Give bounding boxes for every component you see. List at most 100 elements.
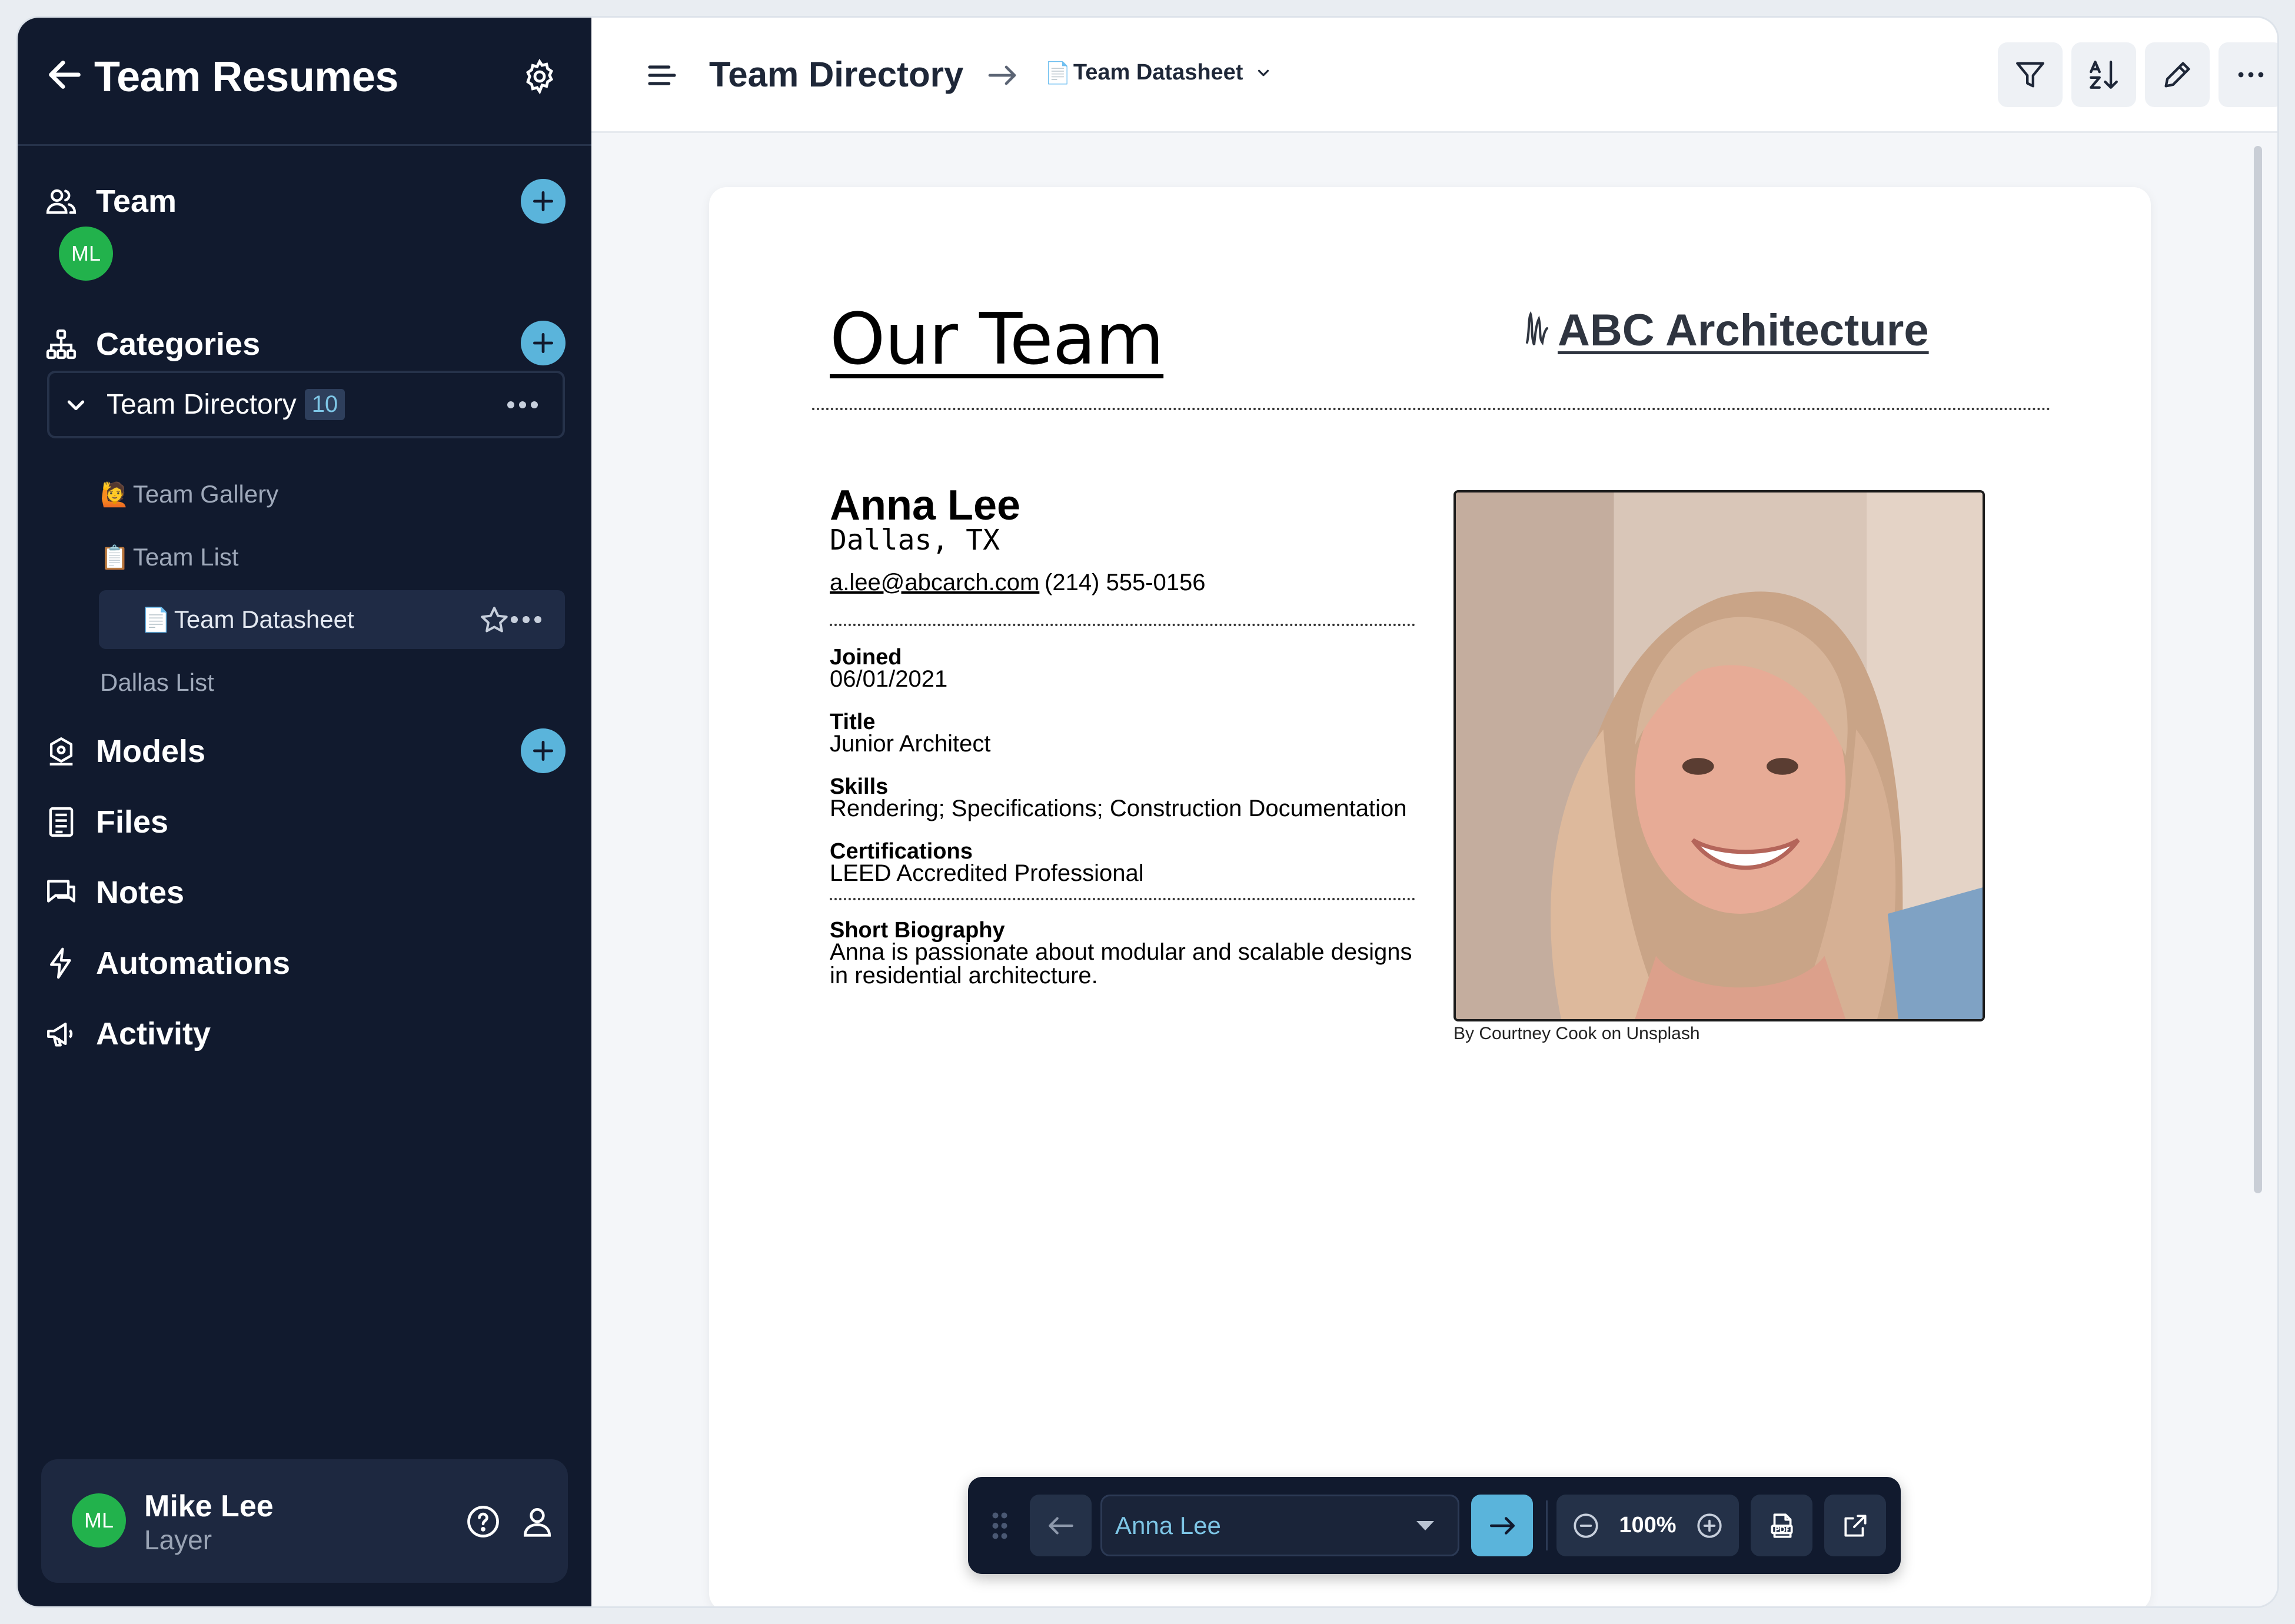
- user-avatar[interactable]: ML: [72, 1493, 126, 1548]
- pdf-document-icon: [1770, 1513, 1793, 1538]
- field-value-skills: Rendering; Specifications; Construction …: [830, 796, 1407, 821]
- previous-record-button[interactable]: [1030, 1495, 1092, 1556]
- export-pdf-button[interactable]: [1751, 1495, 1812, 1556]
- tree-root-label: Team Directory: [107, 389, 297, 420]
- sidebar-section-team[interactable]: Team: [44, 178, 177, 225]
- profile-photo: [1454, 490, 1985, 1021]
- settings-gear-icon[interactable]: [521, 58, 558, 95]
- breadcrumb-root[interactable]: Team Directory: [709, 54, 963, 95]
- tree-root-team-directory[interactable]: Team Directory 10: [47, 371, 565, 438]
- sidebar-label-notes: Notes: [96, 875, 185, 910]
- document-emoji: 📄: [1045, 60, 1071, 85]
- sidebar-label-models: Models: [96, 734, 206, 769]
- zoom-out-icon[interactable]: [1571, 1511, 1601, 1540]
- sort-az-icon: [2090, 61, 2118, 89]
- view-selector[interactable]: 📄 Team Datasheet: [1045, 60, 1272, 85]
- field-value-joined: 06/01/2021: [830, 666, 948, 692]
- tree-item-label: Dallas List: [100, 668, 214, 696]
- menu-hamburger-icon[interactable]: [646, 59, 678, 92]
- add-model-button[interactable]: [521, 728, 566, 773]
- drag-handle-icon[interactable]: [990, 1511, 1009, 1540]
- account-user-icon[interactable]: [519, 1503, 556, 1540]
- tree-item-team-gallery[interactable]: 🙋 Team Gallery: [100, 465, 278, 524]
- arrow-left-icon: [1048, 1516, 1073, 1535]
- field-value-short-biography: Anna is passionate about modular and sca…: [830, 939, 1412, 989]
- tree-item-team-list[interactable]: 📋 Team List: [100, 528, 239, 587]
- record-navigation-toolbar: Anna Lee 100%: [968, 1477, 1901, 1574]
- filter-button[interactable]: [1998, 42, 2063, 107]
- team-icon: [46, 189, 76, 214]
- scribble-logo-icon: [1526, 311, 1548, 345]
- divider: [830, 624, 1415, 626]
- user-name: Mike Lee: [144, 1489, 274, 1523]
- app-window: Team Resumes Team ML Categories Team Dir…: [18, 18, 2277, 1606]
- edit-button[interactable]: [2145, 42, 2210, 107]
- edit-pencil-icon: [2164, 62, 2190, 88]
- back-arrow-icon[interactable]: [44, 54, 85, 95]
- plus-icon: [533, 740, 554, 761]
- sidebar-section-categories[interactable]: Categories: [44, 321, 260, 368]
- divider: [830, 898, 1415, 900]
- megaphone-icon: [47, 1022, 73, 1047]
- arrow-right-icon: [988, 65, 1016, 85]
- zoom-control: 100%: [1556, 1495, 1739, 1556]
- zoom-level: 100%: [1619, 1513, 1677, 1538]
- chevron-down-icon[interactable]: [64, 393, 88, 417]
- plus-icon: [533, 191, 554, 212]
- next-record-button[interactable]: [1471, 1495, 1533, 1556]
- lightning-bolt-icon: [49, 947, 71, 979]
- person-email-link[interactable]: a.lee@abcarch.com: [830, 570, 1039, 596]
- chevron-down-icon: [1258, 69, 1269, 76]
- tree-item-label: Team Gallery: [132, 480, 279, 508]
- sidebar-header: Team Resumes: [18, 18, 591, 146]
- external-link-icon: [1844, 1514, 1867, 1537]
- top-bar: Team Directory 📄 Team Datasheet: [591, 18, 2277, 133]
- sidebar-section-notes[interactable]: Notes: [44, 869, 184, 916]
- sidebar-section-models[interactable]: Models: [44, 728, 205, 775]
- app-title: Team Resumes: [94, 54, 398, 101]
- raised-hand-emoji: 🙋: [100, 481, 129, 508]
- sidebar-label-categories: Categories: [96, 327, 261, 362]
- notes-chat-icon: [47, 880, 75, 903]
- more-icon[interactable]: [507, 401, 538, 408]
- sidebar: Team Resumes Team ML Categories Team Dir…: [18, 18, 591, 1606]
- add-team-button[interactable]: [521, 179, 566, 224]
- clipboard-emoji: 📋: [100, 544, 129, 571]
- company-name: ABC Architecture: [1558, 305, 1929, 355]
- sidebar-section-files[interactable]: Files: [44, 798, 168, 846]
- field-value-title: Junior Architect: [830, 731, 991, 757]
- categories-hierarchy-icon: [46, 329, 76, 360]
- current-view-label: Team Datasheet: [1073, 60, 1243, 85]
- tree-item-label: Team List: [132, 543, 239, 571]
- tree-item-label: Team Datasheet: [174, 605, 354, 633]
- open-external-button[interactable]: [1824, 1495, 1886, 1556]
- sort-button[interactable]: [2071, 42, 2136, 107]
- star-icon[interactable]: [478, 604, 510, 636]
- caret-down-icon: [1416, 1521, 1434, 1530]
- toolbar-divider: [1546, 1500, 1548, 1550]
- company-logo: ABC Architecture: [1521, 305, 1929, 356]
- document-emoji: 📄: [141, 607, 171, 633]
- tree-item-dallas-list[interactable]: Dallas List: [100, 653, 214, 712]
- record-select-value: Anna Lee: [1115, 1511, 1221, 1539]
- record-select[interactable]: Anna Lee: [1100, 1495, 1459, 1556]
- sidebar-section-activity[interactable]: Activity: [44, 1010, 211, 1057]
- arrow-right-icon: [1489, 1516, 1515, 1535]
- help-icon[interactable]: [465, 1503, 501, 1540]
- person-name: Anna Lee: [830, 482, 1021, 529]
- more-options-button[interactable]: [2218, 42, 2277, 107]
- files-icon: [49, 807, 74, 837]
- field-value-certifications: LEED Accredited Professional: [830, 860, 1144, 886]
- page-heading: Our Team: [830, 299, 1164, 381]
- zoom-in-icon[interactable]: [1695, 1511, 1724, 1540]
- add-category-button[interactable]: [521, 321, 566, 365]
- datasheet-page: Our Team ABC Architecture Anna Lee Dalla…: [709, 187, 2151, 1606]
- sidebar-label-files: Files: [96, 804, 169, 840]
- divider: [812, 408, 2051, 410]
- team-member-avatar[interactable]: ML: [59, 227, 113, 281]
- tree-item-team-datasheet[interactable]: 📄 Team Datasheet: [99, 590, 565, 649]
- more-icon[interactable]: [511, 616, 541, 623]
- sidebar-section-automations[interactable]: Automations: [44, 940, 290, 987]
- person-location: Dallas, TX: [830, 524, 1000, 557]
- vertical-scrollbar[interactable]: [2254, 146, 2262, 1193]
